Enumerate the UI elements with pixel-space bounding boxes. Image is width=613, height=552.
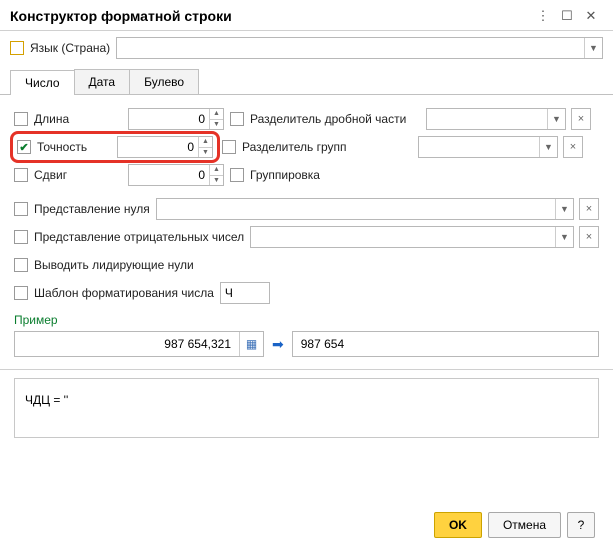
calendar-icon[interactable]: ▦: [239, 332, 263, 356]
result-value: ЧДЦ = '': [25, 393, 68, 407]
spin-up-icon[interactable]: ▲: [210, 109, 223, 120]
example-output-value: 987 654: [301, 337, 344, 351]
zero-rep-checkbox[interactable]: ✔: [14, 202, 28, 216]
grp-sep-clear-button[interactable]: ×: [563, 136, 583, 158]
lead-zeros-checkbox[interactable]: ✔: [14, 258, 28, 272]
shift-input[interactable]: [129, 165, 209, 185]
num-tpl-label: Шаблон форматирования числа: [34, 286, 214, 300]
precision-checkbox[interactable]: ✔: [17, 140, 31, 154]
cancel-button[interactable]: Отмена: [488, 512, 561, 538]
zero-rep-clear-button[interactable]: ×: [579, 198, 599, 220]
frac-sep-combo[interactable]: ▼: [426, 108, 566, 130]
language-checkbox[interactable]: ✔: [10, 41, 24, 55]
neg-rep-checkbox[interactable]: ✔: [14, 230, 28, 244]
example-output: 987 654: [292, 331, 599, 357]
num-tpl-value: Ч: [225, 286, 233, 300]
example-label: Пример: [14, 313, 599, 327]
spin-down-icon[interactable]: ▼: [199, 148, 212, 158]
close-icon[interactable]: ✕: [579, 5, 603, 27]
help-button[interactable]: ?: [567, 512, 595, 538]
length-checkbox[interactable]: ✔: [14, 112, 28, 126]
spin-up-icon[interactable]: ▲: [210, 165, 223, 176]
neg-rep-clear-button[interactable]: ×: [579, 226, 599, 248]
grouping-label: Группировка: [250, 168, 420, 182]
language-label: Язык (Страна): [30, 41, 110, 55]
example-input-value: 987 654,321: [15, 337, 239, 351]
length-spinner[interactable]: ▲▼: [128, 108, 224, 130]
tab-date[interactable]: Дата: [74, 69, 131, 94]
precision-label: Точность: [37, 140, 87, 154]
zero-rep-combo[interactable]: ▼: [156, 198, 574, 220]
precision-input[interactable]: [118, 137, 198, 157]
neg-rep-label: Представление отрицательных чисел: [34, 230, 244, 244]
grp-sep-label: Разделитель групп: [242, 140, 412, 154]
length-input[interactable]: [129, 109, 209, 129]
example-input[interactable]: 987 654,321 ▦: [14, 331, 264, 357]
lead-zeros-label: Выводить лидирующие нули: [34, 258, 194, 272]
spin-down-icon[interactable]: ▼: [210, 176, 223, 186]
ok-button[interactable]: OK: [434, 512, 482, 538]
shift-spinner[interactable]: ▲▼: [128, 164, 224, 186]
chevron-down-icon[interactable]: ▼: [547, 109, 565, 129]
menu-icon[interactable]: ⋮: [531, 5, 555, 27]
tab-bool[interactable]: Булево: [129, 69, 199, 94]
grp-sep-combo[interactable]: ▼: [418, 136, 558, 158]
chevron-down-icon[interactable]: ▼: [555, 227, 573, 247]
tab-number[interactable]: Число: [10, 70, 75, 95]
result-text: ЧДЦ = '': [14, 378, 599, 438]
num-tpl-checkbox[interactable]: ✔: [14, 286, 28, 300]
neg-rep-combo[interactable]: ▼: [250, 226, 574, 248]
arrow-right-icon: ➡: [272, 336, 284, 353]
frac-sep-label: Разделитель дробной части: [250, 112, 420, 126]
precision-spinner[interactable]: ▲▼: [117, 136, 213, 158]
shift-checkbox[interactable]: ✔: [14, 168, 28, 182]
num-tpl-input[interactable]: Ч: [220, 282, 270, 304]
grouping-checkbox[interactable]: ✔: [230, 168, 244, 182]
spin-down-icon[interactable]: ▼: [210, 120, 223, 130]
length-label: Длина: [34, 112, 69, 126]
chevron-down-icon[interactable]: ▼: [539, 137, 557, 157]
spin-up-icon[interactable]: ▲: [199, 137, 212, 148]
dialog-title: Конструктор форматной строки: [10, 8, 531, 24]
zero-rep-label: Представление нуля: [34, 202, 150, 216]
language-combo[interactable]: ▼: [116, 37, 603, 59]
chevron-down-icon[interactable]: ▼: [584, 38, 602, 58]
frac-sep-checkbox[interactable]: ✔: [230, 112, 244, 126]
shift-label: Сдвиг: [34, 168, 67, 182]
maximize-icon[interactable]: ☐: [555, 5, 579, 27]
frac-sep-clear-button[interactable]: ×: [571, 108, 591, 130]
grp-sep-checkbox[interactable]: ✔: [222, 140, 236, 154]
chevron-down-icon[interactable]: ▼: [555, 199, 573, 219]
